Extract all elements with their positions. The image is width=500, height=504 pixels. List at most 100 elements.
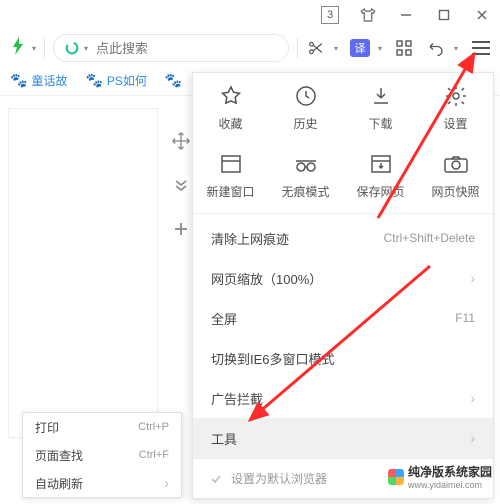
menu-label: 收藏 <box>218 115 242 132</box>
bolt-icon[interactable] <box>8 37 28 60</box>
menu-adblock[interactable]: 广告拦截 › <box>193 378 493 418</box>
menu-label: 下载 <box>368 115 392 132</box>
chevron-right-icon: › <box>164 475 169 491</box>
srow-label: 打印 <box>35 419 59 436</box>
submenu-print[interactable]: 打印 Ctrl+P <box>23 413 181 441</box>
toolbar-actions: ▾ 译 ▾ ▾ <box>306 37 492 59</box>
row-label: 网页缩放（100%） <box>211 269 322 288</box>
bookmark-label: PS如何 <box>107 72 147 89</box>
close-button[interactable] <box>470 3 494 27</box>
menu-label: 无痕模式 <box>281 183 329 200</box>
main-toolbar: ▾ ▾ ▾ 译 ▾ ▾ <box>0 30 500 66</box>
menu-incognito[interactable]: 无痕模式 <box>268 141 343 209</box>
snapshot-icon <box>443 151 469 177</box>
new-window-icon <box>218 151 244 177</box>
search-input[interactable] <box>96 41 278 56</box>
undo-caret-icon[interactable]: ▾ <box>454 44 458 53</box>
menu-grid-primary: 收藏 历史 下载 设置 <box>193 73 493 141</box>
search-engine-icon <box>64 40 80 56</box>
watermark-title: 纯净版系统家园 <box>408 463 492 480</box>
undo-icon[interactable] <box>426 38 446 58</box>
menu-settings[interactable]: 设置 <box>418 73 493 141</box>
tab-count-value: 3 <box>321 6 339 24</box>
watermark-sub: www.yidaimei.com <box>408 480 492 490</box>
menu-zoom[interactable]: 网页缩放（100%） › <box>193 258 493 298</box>
menu-save-page[interactable]: 保存网页 <box>343 141 418 209</box>
download-icon <box>368 83 394 109</box>
star-icon <box>218 83 244 109</box>
separator <box>44 38 45 58</box>
row-label: 工具 <box>211 429 237 448</box>
bolt-caret-icon[interactable]: ▾ <box>32 44 36 53</box>
menu-label: 网页快照 <box>431 183 479 200</box>
row-label: 广告拦截 <box>211 389 263 408</box>
row-label: 清除上网痕迹 <box>211 229 289 248</box>
side-tool-strip <box>170 130 192 240</box>
settings-icon <box>443 83 469 109</box>
menu-label: 历史 <box>293 115 317 132</box>
watermark-logo-icon <box>388 469 404 485</box>
row-label: 全屏 <box>211 309 237 328</box>
plus-icon[interactable] <box>170 218 192 240</box>
separator <box>297 38 298 58</box>
footer-label: 设置为默认浏览器 <box>231 470 327 487</box>
double-chevron-down-icon[interactable] <box>170 174 192 196</box>
scissors-icon[interactable] <box>306 38 326 58</box>
chevron-right-icon: › <box>470 270 475 286</box>
tools-submenu: 打印 Ctrl+P 页面查找 Ctrl+F 自动刷新 › <box>22 412 182 498</box>
translate-caret-icon[interactable]: ▾ <box>378 44 382 53</box>
apps-icon[interactable] <box>394 38 414 58</box>
menu-fullscreen[interactable]: 全屏 F11 <box>193 298 493 338</box>
chevron-right-icon: › <box>470 390 475 406</box>
menu-tools[interactable]: 工具 › <box>193 418 493 458</box>
menu-grid-secondary: 新建窗口 无痕模式 保存网页 网页快照 <box>193 141 493 209</box>
history-icon <box>293 83 319 109</box>
submenu-auto-refresh[interactable]: 自动刷新 › <box>23 469 181 497</box>
search-box[interactable]: ▾ <box>53 34 289 62</box>
paw-icon: 🐾 <box>10 72 27 89</box>
move-icon[interactable] <box>170 130 192 152</box>
engine-caret-icon[interactable]: ▾ <box>84 44 88 53</box>
menu-label: 保存网页 <box>356 183 404 200</box>
menu-history[interactable]: 历史 <box>268 73 343 141</box>
scissors-caret-icon[interactable]: ▾ <box>334 44 338 53</box>
menu-label: 新建窗口 <box>206 183 254 200</box>
srow-hint: Ctrl+P <box>138 421 169 433</box>
paw-icon: 🐾 <box>85 72 102 89</box>
save-page-icon <box>368 151 394 177</box>
menu-clear-traces[interactable]: 清除上网痕迹 Ctrl+Shift+Delete <box>193 218 493 258</box>
skin-icon[interactable] <box>356 3 380 27</box>
menu-separator <box>193 213 493 214</box>
tab-count-badge[interactable]: 3 <box>318 3 342 27</box>
menu-list: 清除上网痕迹 Ctrl+Shift+Delete 网页缩放（100%） › 全屏 F1… <box>193 218 493 458</box>
menu-snapshot[interactable]: 网页快照 <box>418 141 493 209</box>
watermark: 纯净版系统家园 www.yidaimei.com <box>388 463 492 490</box>
window-titlebar: 3 <box>0 0 500 30</box>
menu-button[interactable] <box>470 37 492 59</box>
menu-downloads[interactable]: 下载 <box>343 73 418 141</box>
row-label: 切换到IE6多窗口模式 <box>211 349 335 368</box>
maximize-button[interactable] <box>432 3 456 27</box>
minimize-button[interactable] <box>394 3 418 27</box>
bookmark-item[interactable]: 🐾童话故 <box>10 72 67 89</box>
menu-new-window[interactable]: 新建窗口 <box>193 141 268 209</box>
menu-favorites[interactable]: 收藏 <box>193 73 268 141</box>
row-hint: F11 <box>455 311 475 325</box>
srow-label: 自动刷新 <box>35 475 83 492</box>
incognito-icon <box>293 151 319 177</box>
paw-icon: 🐾 <box>165 72 182 89</box>
check-icon <box>209 472 223 486</box>
bookmark-label: 童话故 <box>31 72 67 89</box>
chevron-right-icon: › <box>470 430 475 446</box>
srow-label: 页面查找 <box>35 447 83 464</box>
srow-hint: Ctrl+F <box>139 449 169 461</box>
menu-ie6-mode[interactable]: 切换到IE6多窗口模式 <box>193 338 493 378</box>
bookmark-item[interactable]: 🐾 PS如何 <box>85 72 146 89</box>
bookmark-item[interactable]: 🐾 <box>165 72 182 89</box>
menu-label: 设置 <box>443 115 467 132</box>
main-menu-popup: 收藏 历史 下载 设置 新建窗口 无痕模式 保存网页 网页快照 <box>192 72 494 499</box>
content-panel <box>8 108 158 438</box>
submenu-find[interactable]: 页面查找 Ctrl+F <box>23 441 181 469</box>
translate-button[interactable]: 译 <box>350 39 370 57</box>
row-hint: Ctrl+Shift+Delete <box>384 231 475 245</box>
